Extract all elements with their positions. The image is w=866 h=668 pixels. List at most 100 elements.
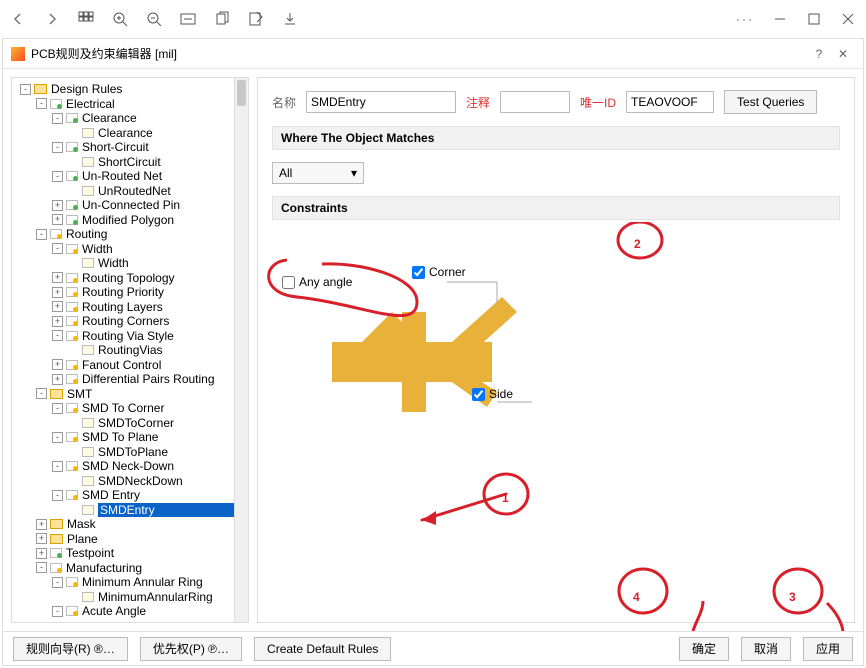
comment-input[interactable]: [500, 91, 570, 113]
tree-node[interactable]: +Mask: [16, 517, 246, 532]
tree-toggle-icon[interactable]: +: [52, 200, 63, 211]
tree-toggle-icon[interactable]: -: [20, 84, 31, 95]
zoom-in-icon[interactable]: [112, 11, 128, 27]
name-input[interactable]: [306, 91, 456, 113]
side-checkbox[interactable]: Side: [472, 387, 513, 401]
tree-node[interactable]: -Un-Routed Net: [16, 169, 246, 184]
tree-node-icon: [82, 128, 94, 138]
tree-toggle-icon[interactable]: -: [52, 113, 63, 124]
tree-node-icon: [82, 505, 94, 515]
tree-node[interactable]: -SMD To Corner: [16, 401, 246, 416]
copy-icon[interactable]: [214, 11, 230, 27]
tree-node[interactable]: SMDToCorner: [16, 416, 246, 431]
tree-toggle-icon[interactable]: +: [52, 301, 63, 312]
zoom-out-icon[interactable]: [146, 11, 162, 27]
ok-button[interactable]: 确定: [679, 637, 729, 661]
tree-node[interactable]: MinimumAnnularRing: [16, 590, 246, 605]
close-app-icon[interactable]: [840, 11, 856, 27]
tree-node-label: Routing Via Style: [82, 329, 174, 343]
tree-node[interactable]: +Routing Topology: [16, 271, 246, 286]
tree-node[interactable]: -SMD Entry: [16, 488, 246, 503]
priorities-button[interactable]: 优先权(P) ℗…: [140, 637, 242, 661]
tree-toggle-icon[interactable]: -: [52, 577, 63, 588]
tree-node[interactable]: -SMD To Plane: [16, 430, 246, 445]
tree-toggle-icon[interactable]: -: [52, 403, 63, 414]
tree-node[interactable]: -Electrical: [16, 97, 246, 112]
apply-button[interactable]: 应用: [803, 637, 853, 661]
tree-toggle-icon[interactable]: -: [52, 461, 63, 472]
close-dialog-button[interactable]: ✕: [831, 47, 855, 61]
tree-node[interactable]: +Un-Connected Pin: [16, 198, 246, 213]
tree-toggle-icon[interactable]: -: [52, 142, 63, 153]
rule-wizard-button[interactable]: 规则向导(R) ®…: [13, 637, 128, 661]
tree-toggle-icon[interactable]: -: [52, 243, 63, 254]
tree-toggle-icon[interactable]: +: [52, 359, 63, 370]
edit-icon[interactable]: [248, 11, 264, 27]
tree-toggle-icon[interactable]: +: [52, 272, 63, 283]
tree-node[interactable]: +Routing Priority: [16, 285, 246, 300]
tree-node[interactable]: +Routing Corners: [16, 314, 246, 329]
tree-node[interactable]: - Routing: [16, 227, 246, 242]
tree-node-label: SMD Neck-Down: [82, 459, 174, 473]
tree-toggle-icon[interactable]: +: [52, 316, 63, 327]
tree-node[interactable]: -SMT: [16, 387, 246, 402]
tree-toggle-icon[interactable]: -: [52, 606, 63, 617]
tree-node[interactable]: -Manufacturing: [16, 561, 246, 576]
tree-node[interactable]: -Clearance: [16, 111, 246, 126]
tree-node[interactable]: SMDNeckDown: [16, 474, 246, 489]
tree-node[interactable]: ShortCircuit: [16, 155, 246, 170]
tree-toggle-icon[interactable]: -: [52, 330, 63, 341]
maximize-icon[interactable]: [806, 11, 822, 27]
tree-toggle-icon[interactable]: -: [36, 98, 47, 109]
tree-node[interactable]: SMDToPlane: [16, 445, 246, 460]
tree-node[interactable]: Width: [16, 256, 246, 271]
corner-checkbox[interactable]: Corner: [412, 265, 466, 279]
test-queries-button[interactable]: Test Queries: [724, 90, 817, 114]
tree-node[interactable]: UnRoutedNet: [16, 184, 246, 199]
tree-node[interactable]: -Acute Angle: [16, 604, 246, 618]
tree-node[interactable]: +Differential Pairs Routing: [16, 372, 246, 387]
tree-node[interactable]: +Fanout Control: [16, 358, 246, 373]
tree-node[interactable]: +Routing Layers: [16, 300, 246, 315]
fit-width-icon[interactable]: [180, 11, 196, 27]
tree-toggle-icon[interactable]: -: [52, 490, 63, 501]
tree-node[interactable]: -Short-Circuit: [16, 140, 246, 155]
tree-toggle-icon[interactable]: +: [52, 214, 63, 225]
back-icon[interactable]: [10, 11, 26, 27]
uid-input[interactable]: [626, 91, 714, 113]
tree-node[interactable]: +Plane: [16, 532, 246, 547]
tree-node[interactable]: - Routing Via Style: [16, 329, 246, 344]
help-button[interactable]: ?: [807, 47, 831, 61]
tree-node[interactable]: -Design Rules: [16, 82, 246, 97]
tree-toggle-icon[interactable]: -: [36, 388, 47, 399]
tree-toggle-icon[interactable]: +: [52, 374, 63, 385]
rule-tree[interactable]: -Design Rules-Electrical-ClearanceCleara…: [12, 78, 248, 618]
tree-node[interactable]: SMDEntry: [16, 503, 246, 518]
tree-node[interactable]: RoutingVias: [16, 343, 246, 358]
tree-toggle-icon[interactable]: -: [36, 229, 47, 240]
download-icon[interactable]: [282, 11, 298, 27]
tree-node-label: Routing: [66, 227, 107, 241]
tree-toggle-icon[interactable]: +: [36, 519, 47, 530]
tree-toggle-icon[interactable]: -: [52, 171, 63, 182]
grid-icon[interactable]: [78, 11, 94, 27]
minimize-icon[interactable]: [772, 11, 788, 27]
tree-scrollbar[interactable]: [234, 78, 248, 622]
more-icon[interactable]: ···: [736, 11, 754, 27]
tree-node[interactable]: -Minimum Annular Ring: [16, 575, 246, 590]
tree-node[interactable]: Clearance: [16, 126, 246, 141]
tree-toggle-icon[interactable]: +: [52, 287, 63, 298]
any-angle-checkbox[interactable]: Any angle: [282, 275, 352, 289]
tree-toggle-icon[interactable]: +: [36, 548, 47, 559]
tree-toggle-icon[interactable]: -: [52, 432, 63, 443]
create-defaults-button[interactable]: Create Default Rules: [254, 637, 391, 661]
tree-node[interactable]: +Testpoint: [16, 546, 246, 561]
tree-toggle-icon[interactable]: -: [36, 562, 47, 573]
cancel-button[interactable]: 取消: [741, 637, 791, 661]
where-combo[interactable]: All ▾: [272, 162, 364, 184]
forward-icon[interactable]: [44, 11, 60, 27]
tree-node[interactable]: +Modified Polygon: [16, 213, 246, 228]
tree-node[interactable]: -Width: [16, 242, 246, 257]
tree-node[interactable]: - SMD Neck-Down: [16, 459, 246, 474]
tree-toggle-icon[interactable]: +: [36, 533, 47, 544]
